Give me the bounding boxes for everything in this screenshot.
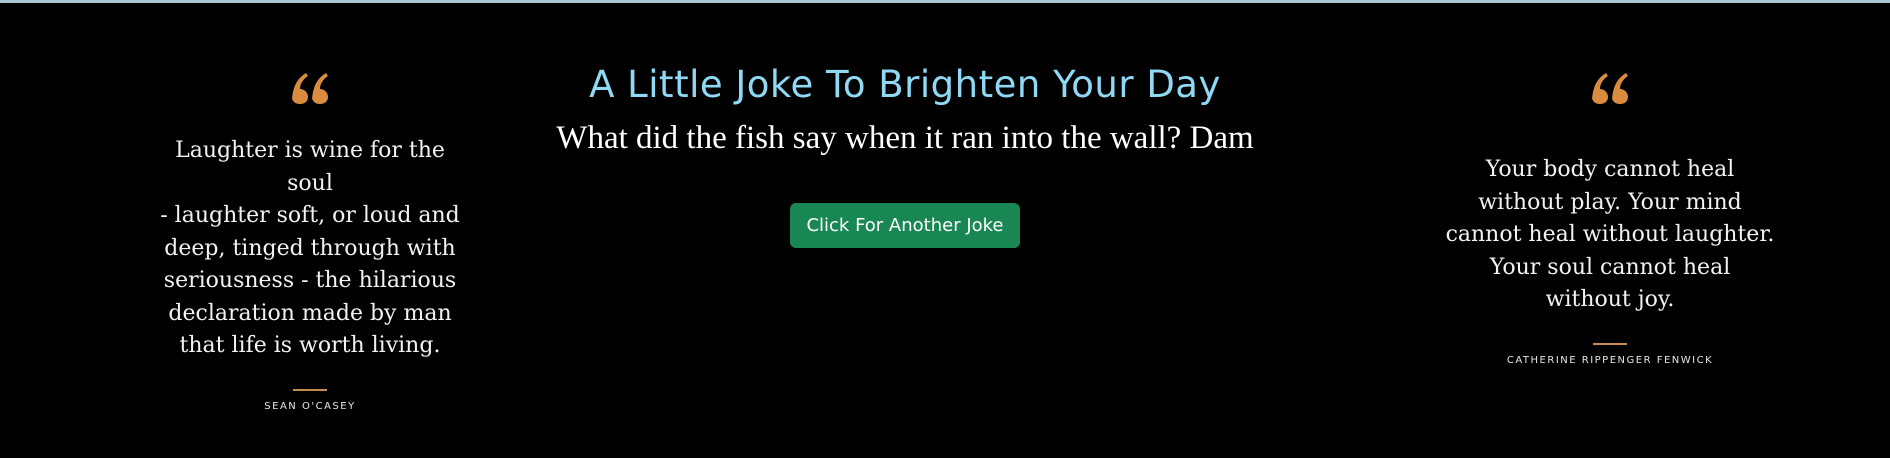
joke-section: A Little Joke To Brighten Your Day What … [520,3,1290,248]
quote-line: Laughter is wine for the soul [175,138,445,196]
page-title: A Little Joke To Brighten Your Day [589,63,1221,106]
quote-card-left: Laughter is wine for the soul - laughter… [150,3,470,412]
quote-divider [1593,342,1627,345]
another-joke-button[interactable]: Click For Another Joke [790,203,1020,248]
quote-line: deep, tinged through with [164,235,456,261]
quote-divider [293,388,327,391]
quote-line: cannot heal without laughter. [1445,222,1775,247]
quote-text-left: Laughter is wine for the soul - laughter… [150,135,470,363]
quote-card-right: Your body cannot heal without play. Your… [1445,3,1775,366]
quote-icon [1592,73,1628,104]
quote-line: without joy. [1545,287,1675,312]
quote-line: Your body cannot heal [1485,157,1735,182]
quote-line: Your soul cannot heal [1489,254,1731,280]
quote-line: that life is worth living. [179,333,441,358]
quote-line: - laughter soft, or loud and [160,203,460,228]
quote-author-left: SEAN O'CASEY [264,400,356,412]
quote-author-right: CATHERINE RIPPENGER FENWICK [1506,354,1714,366]
quote-text-right: Your body cannot heal without play. Your… [1445,154,1775,317]
quote-line: seriousness - the hilarious [163,268,457,293]
quote-icon [292,73,328,104]
quote-line: declaration made by man [168,300,452,326]
joke-text: What did the fish say when it ran into t… [556,120,1254,156]
quote-line: without play. Your mind [1478,189,1742,215]
